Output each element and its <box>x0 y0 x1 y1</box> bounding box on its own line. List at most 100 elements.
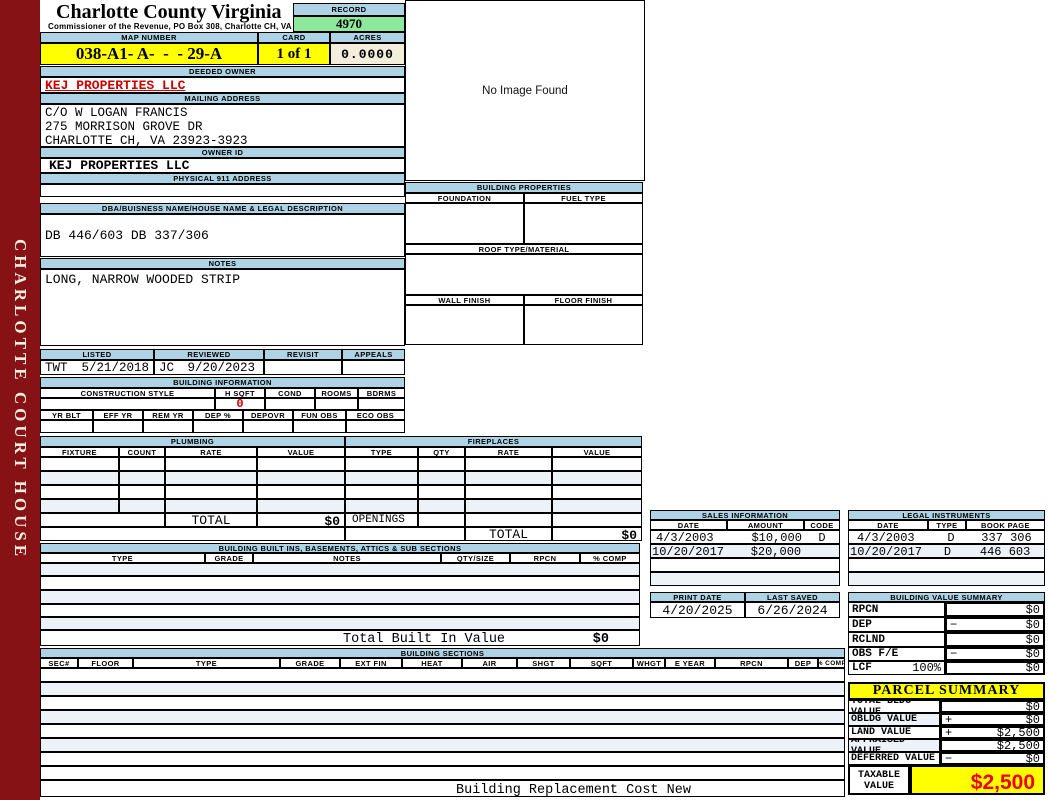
table-row[interactable] <box>165 457 257 471</box>
fun-obs-value[interactable] <box>293 420 346 433</box>
parcel-label: DEFERRED VALUE <box>848 752 940 765</box>
table-row[interactable] <box>40 576 640 590</box>
listed-value[interactable]: TWT 5/21/2018 <box>40 360 154 375</box>
table-row[interactable] <box>465 499 552 513</box>
table-row[interactable] <box>418 485 465 499</box>
table-row[interactable] <box>40 752 845 766</box>
table-row[interactable] <box>119 499 165 513</box>
eff-yr-value[interactable] <box>93 420 143 433</box>
table-row[interactable] <box>40 668 845 682</box>
table-row[interactable] <box>418 499 465 513</box>
record-number[interactable]: 4970 <box>293 16 405 32</box>
eco-obs-value[interactable] <box>346 420 405 433</box>
fuel-type-value[interactable] <box>524 203 643 244</box>
dba-value[interactable]: DB 446/603 DB 337/306 <box>40 214 405 257</box>
rem-yr-value[interactable] <box>143 420 193 433</box>
fireplaces-openings-rate[interactable] <box>465 513 552 527</box>
table-row[interactable] <box>40 590 640 604</box>
table-row[interactable] <box>257 499 345 513</box>
table-row[interactable] <box>345 471 418 485</box>
table-row[interactable] <box>552 499 642 513</box>
legal-row[interactable]: 10/20/2017 D 446 603 <box>848 544 1045 558</box>
fireplaces-openings-qty[interactable] <box>418 513 465 527</box>
depovr-value[interactable] <box>243 420 293 433</box>
sales-row[interactable]: 10/20/2017 $20,000 <box>650 544 840 558</box>
table-row[interactable] <box>165 499 257 513</box>
reviewed-value[interactable]: JC 9/20/2023 <box>154 360 264 375</box>
sales-row[interactable] <box>650 558 840 572</box>
roof-type-value[interactable] <box>405 254 643 295</box>
legal-row[interactable]: 4/3/2003 D 337 306 <box>848 530 1045 544</box>
deeded-owner-value[interactable]: KEJ PROPERTIES LLC <box>45 78 185 92</box>
table-row[interactable] <box>119 485 165 499</box>
table-row[interactable] <box>40 499 119 513</box>
sales-row[interactable] <box>650 572 840 586</box>
table-row[interactable] <box>465 485 552 499</box>
card-value[interactable]: 1 of 1 <box>258 43 330 65</box>
property-image-box[interactable]: No Image Found <box>405 0 645 181</box>
yr-blt-value[interactable] <box>40 420 93 433</box>
table-row[interactable] <box>40 457 119 471</box>
table-row[interactable] <box>418 457 465 471</box>
table-row[interactable] <box>418 471 465 485</box>
fun-obs-label: FUN OBS <box>293 410 346 420</box>
table-row[interactable] <box>40 696 845 710</box>
plumbing-total-label: TOTAL <box>165 513 257 527</box>
table-row[interactable] <box>40 563 640 576</box>
rooms-value[interactable] <box>315 398 358 410</box>
foundation-value[interactable] <box>405 203 524 244</box>
wall-finish-value[interactable] <box>405 305 524 345</box>
mailing-address-box[interactable]: C/O W LOGAN FRANCIS 275 MORRISON GROVE D… <box>40 104 405 147</box>
cond-value[interactable] <box>265 398 315 410</box>
built-ins-notes-label: NOTES <box>253 553 441 563</box>
owner-id-value[interactable]: KEJ PROPERTIES LLC <box>40 158 405 173</box>
table-row[interactable] <box>165 485 257 499</box>
physical-address-value[interactable] <box>40 184 405 197</box>
table-row[interactable] <box>40 682 845 696</box>
sales-title: SALES INFORMATION <box>650 510 840 520</box>
construction-style-value[interactable] <box>40 398 215 410</box>
table-row[interactable] <box>40 604 640 617</box>
legal-instruments-title: LEGAL INSTRUMENTS <box>848 510 1045 520</box>
table-row[interactable] <box>40 738 845 752</box>
table-row[interactable] <box>345 457 418 471</box>
floor-finish-value[interactable] <box>524 305 643 345</box>
table-row[interactable] <box>257 457 345 471</box>
table-row[interactable] <box>552 471 642 485</box>
table-row[interactable] <box>345 485 418 499</box>
sales-row[interactable]: 4/3/2003 $10,000 D <box>650 530 840 544</box>
table-row[interactable] <box>40 766 845 780</box>
table-row[interactable] <box>40 485 119 499</box>
table-row[interactable] <box>40 617 640 630</box>
table-row[interactable] <box>257 471 345 485</box>
bdrms-value[interactable] <box>358 398 405 410</box>
table-row[interactable] <box>40 710 845 724</box>
h-sqft-value[interactable]: 0 <box>215 398 265 410</box>
fireplaces-rate-label: RATE <box>465 447 552 457</box>
notes-value[interactable]: LONG, NARROW WOODED STRIP <box>40 269 405 346</box>
table-row[interactable] <box>257 485 345 499</box>
table-row[interactable] <box>119 457 165 471</box>
table-row[interactable] <box>465 457 552 471</box>
property-record-card: CHARLOTTE COURT HOUSE Charlotte County V… <box>0 0 1050 800</box>
table-row[interactable] <box>552 457 642 471</box>
table-row[interactable] <box>40 724 845 738</box>
table-row[interactable] <box>40 471 119 485</box>
legal-row[interactable] <box>848 558 1045 572</box>
table-row[interactable] <box>552 485 642 499</box>
acres-value[interactable]: 0.0000 <box>330 43 405 65</box>
legal-row[interactable] <box>848 572 1045 586</box>
parcel-operator: + <box>945 726 953 739</box>
taxable-value-label: TAXABLE VALUE <box>848 765 910 795</box>
county-banner-title: CHARLOTTE COURT HOUSE <box>11 239 30 561</box>
fireplaces-openings-value[interactable] <box>552 513 642 527</box>
revisit-value[interactable] <box>264 360 342 375</box>
table-row[interactable] <box>165 471 257 485</box>
table-row[interactable] <box>119 471 165 485</box>
table-row[interactable] <box>465 471 552 485</box>
dep-pct-value[interactable] <box>193 420 243 433</box>
table-row[interactable] <box>345 499 418 513</box>
fireplaces-qty-label: QTY <box>418 447 465 457</box>
map-number-value[interactable]: 038-A1- A- - - 29-A <box>40 43 258 65</box>
appeals-value[interactable] <box>342 360 405 375</box>
